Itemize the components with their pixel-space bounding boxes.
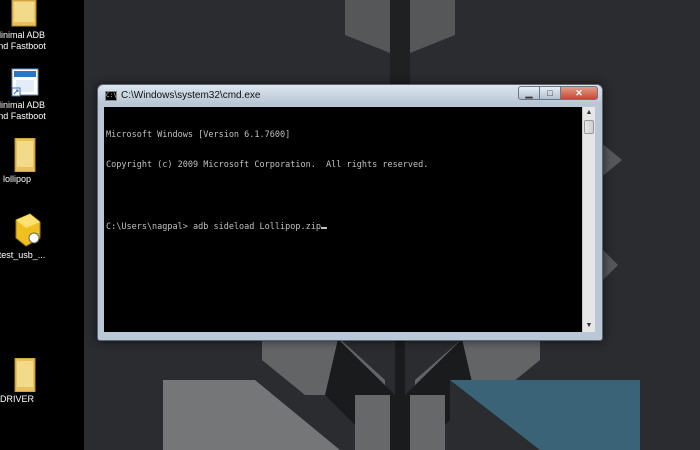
desktop-icon-label: DRIVER: [0, 394, 34, 404]
scrollbar-thumb[interactable]: [584, 120, 594, 134]
desktop-icon-label: test_usb_...: [0, 250, 46, 260]
desktop-icon-label-2: nd Fastboot: [0, 111, 46, 121]
close-button[interactable]: ✕: [560, 86, 598, 100]
desktop-icon-driver-folder[interactable]: DRIVER: [0, 358, 59, 405]
folder-icon: [14, 358, 36, 392]
cmd-app-icon[interactable]: C:\: [105, 91, 117, 101]
text-cursor: [320, 220, 327, 229]
scroll-up-icon[interactable]: ▲: [583, 107, 595, 119]
minimize-button[interactable]: ▁: [518, 86, 540, 100]
console-line: Copyright (c) 2009 Microsoft Corporation…: [106, 160, 429, 170]
scroll-down-icon[interactable]: ▼: [583, 320, 595, 332]
desktop-icon-lollipop-folder[interactable]: lollipop: [0, 138, 59, 185]
maximize-button[interactable]: □: [539, 86, 561, 100]
desktop-icon-minimal-adb-shortcut[interactable]: linimal ADB nd Fastboot: [0, 68, 64, 122]
console-line: Microsoft Windows [Version 6.1.7600]: [106, 130, 291, 140]
installer-icon: [15, 213, 41, 247]
window-titlebar[interactable]: C:\ C:\Windows\system32\cmd.exe ▁ □ ✕: [98, 85, 602, 105]
desktop-icon-label: linimal ADB: [0, 100, 45, 110]
console-command: C:\Users\nagpal> adb sideload Lollipop.z…: [106, 222, 321, 232]
cmd-window[interactable]: C:\ C:\Windows\system32\cmd.exe ▁ □ ✕ Mi…: [97, 84, 603, 341]
desktop-icon-label: linimal ADB: [0, 30, 45, 40]
console-prompt-line: C:\Users\nagpal> adb sideload Lollipop.z…: [106, 220, 582, 232]
folder-icon: [11, 0, 37, 27]
folder-icon: [14, 138, 36, 172]
window-title: C:\Windows\system32\cmd.exe: [121, 90, 261, 101]
desktop-icon-label: lollipop: [2, 174, 32, 184]
console-output[interactable]: Microsoft Windows [Version 6.1.7600] Cop…: [104, 107, 582, 332]
desktop-icon-test-usb[interactable]: test_usb_...: [0, 212, 64, 261]
vertical-scrollbar[interactable]: ▲ ▼: [582, 107, 595, 332]
desktop-icon-minimal-adb-folder[interactable]: linimal ADB nd Fastboot: [0, 0, 64, 52]
shortcut-app-icon: [11, 68, 39, 97]
desktop-icon-label-2: nd Fastboot: [0, 41, 46, 51]
